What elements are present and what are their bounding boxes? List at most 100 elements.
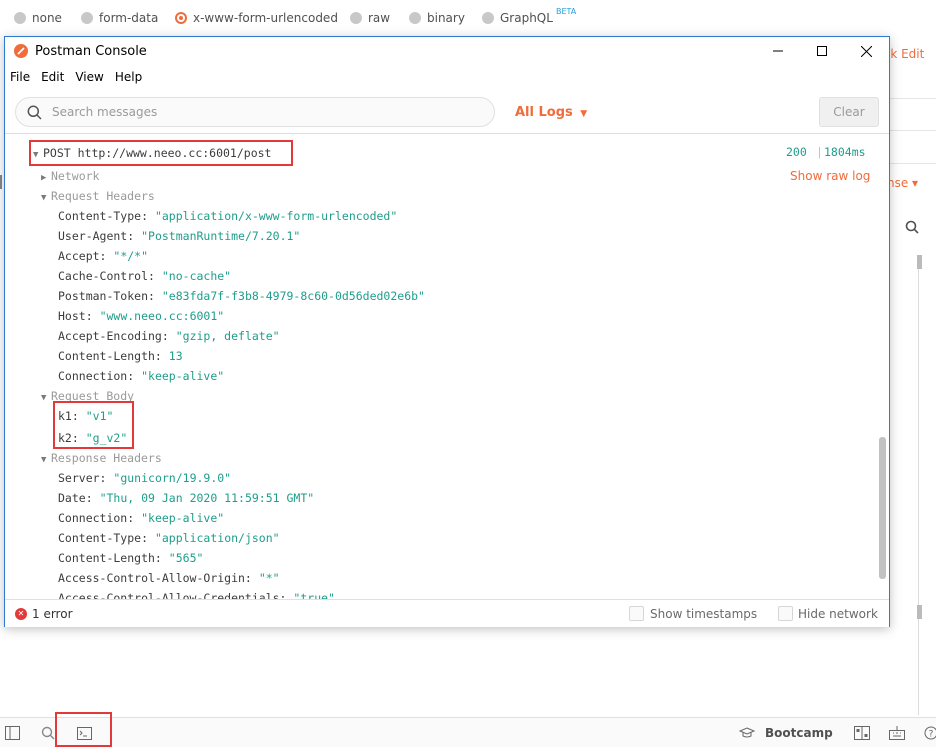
logs-filter-label: All Logs — [515, 105, 573, 120]
header-key: Connection: — [58, 369, 135, 383]
header-value: "application/json" — [154, 531, 280, 545]
header-key: Connection: — [58, 511, 135, 525]
show-timestamps-label[interactable]: Show timestamps — [650, 607, 757, 621]
radio-binary[interactable]: binary — [409, 11, 465, 25]
radio-label: x-www-form-urlencoded — [193, 11, 338, 25]
header-value: "true" — [293, 591, 335, 599]
menu-bar: File Edit View Help — [5, 67, 148, 89]
header-key: Accept: — [58, 249, 107, 263]
radio-none[interactable]: none — [14, 11, 62, 25]
header-row: Accept-Encoding: "gzip, deflate" — [58, 326, 280, 346]
beta-badge: BETA — [555, 6, 577, 16]
menu-help[interactable]: Help — [110, 67, 147, 89]
error-count[interactable]: 1 error — [32, 607, 73, 621]
body-value: "v1" — [85, 409, 114, 423]
header-key: Access-Control-Allow-Credentials: — [58, 591, 287, 599]
header-row: Connection: "keep-alive" — [58, 508, 224, 528]
search-messages-input[interactable] — [52, 103, 472, 121]
close-button[interactable] — [844, 37, 888, 65]
caret-down-icon: ▼ — [33, 150, 39, 160]
section-network[interactable]: ▶ Network — [41, 166, 99, 186]
header-row: Accept: "*/*" — [58, 246, 148, 266]
bootcamp-icon[interactable] — [738, 727, 756, 742]
postman-console-window: Postman Console File Edit View Help All … — [4, 36, 890, 627]
header-value: 13 — [168, 349, 183, 363]
header-key: Accept-Encoding: — [58, 329, 169, 343]
svg-text:?: ? — [929, 730, 934, 740]
header-row: Postman-Token: "e83fda7f-f3b8-4979-8c60-… — [58, 286, 425, 306]
search-icon — [27, 105, 42, 123]
log-scrollbar-thumb[interactable] — [879, 437, 886, 579]
menu-file[interactable]: File — [5, 67, 35, 89]
divider — [888, 98, 936, 99]
clear-button[interactable]: Clear — [819, 97, 879, 127]
console-highlight-box — [55, 712, 112, 747]
radio-label: form-data — [99, 11, 159, 25]
body-row: k1: "v1" — [58, 406, 113, 426]
scroll-marker — [917, 255, 922, 269]
minimize-icon — [773, 50, 783, 52]
show-timestamps-checkbox[interactable] — [629, 606, 644, 621]
header-row: Content-Type: "application/x-www-form-ur… — [58, 206, 397, 226]
header-row: Date: "Thu, 09 Jan 2020 11:59:51 GMT" — [58, 488, 314, 508]
close-icon — [860, 45, 872, 57]
scroll-marker — [917, 605, 922, 619]
radio-circle-icon — [14, 12, 26, 24]
header-row: Content-Type: "application/json" — [58, 528, 280, 548]
help-icon[interactable]: ? — [924, 726, 936, 743]
header-value: "565" — [168, 551, 204, 565]
title-bar[interactable]: Postman Console — [5, 37, 889, 65]
radio-raw[interactable]: raw — [350, 11, 390, 25]
request-entry[interactable]: ▼ POST http://www.neeo.cc:6001/post — [33, 143, 271, 163]
section-request-headers[interactable]: ▼ Request Headers — [41, 186, 155, 206]
header-row: Access-Control-Allow-Origin: "*" — [58, 568, 280, 588]
hide-network-checkbox[interactable] — [778, 606, 793, 621]
header-row: Content-Length: "565" — [58, 548, 203, 568]
caret-down-icon: ▼ — [41, 455, 47, 465]
header-value: "gunicorn/19.9.0" — [113, 471, 232, 485]
header-row: Content-Length: 13 — [58, 346, 183, 366]
radio-form-data[interactable]: form-data — [81, 11, 158, 25]
radio-label: binary — [427, 11, 465, 25]
error-icon: ✕ — [15, 608, 27, 620]
hide-network-label[interactable]: Hide network — [798, 607, 878, 621]
scrollbar[interactable] — [918, 255, 919, 715]
response-dropdown[interactable]: nse ▾ — [887, 176, 918, 190]
header-row: Host: "www.neeo.cc:6001" — [58, 306, 224, 326]
logs-filter-dropdown[interactable]: All Logs ▼ — [515, 105, 587, 120]
minimize-button[interactable] — [756, 37, 800, 65]
header-key: Content-Type: — [58, 209, 149, 223]
section-label: Network — [51, 169, 100, 183]
sidebar-toggle-icon[interactable] — [5, 726, 20, 743]
header-value: "keep-alive" — [141, 369, 225, 383]
radio-label: raw — [368, 11, 391, 25]
postman-logo-icon — [14, 44, 28, 58]
find-icon[interactable] — [41, 726, 55, 743]
maximize-button[interactable] — [800, 37, 844, 65]
search-box[interactable] — [15, 97, 495, 127]
header-value: "gzip, deflate" — [175, 329, 280, 343]
header-value: "e83fda7f-f3b8-4979-8c60-0d56ded02e6b" — [161, 289, 425, 303]
menu-edit[interactable]: Edit — [36, 67, 69, 89]
radio-label: none — [32, 11, 62, 25]
header-value: "*" — [258, 571, 280, 585]
header-value: "Thu, 09 Jan 2020 11:59:51 GMT" — [99, 491, 315, 505]
radio-graphql[interactable]: GraphQL BETA — [482, 7, 576, 25]
section-response-headers[interactable]: ▼ Response Headers — [41, 448, 162, 468]
radio-circle-icon — [81, 12, 93, 24]
search-icon[interactable] — [905, 220, 919, 237]
show-raw-log-link[interactable]: Show raw log — [790, 166, 870, 186]
bulk-edit-link[interactable]: lk Edit — [887, 47, 924, 61]
header-key: Postman-Token: — [58, 289, 155, 303]
chevron-down-icon: ▼ — [580, 109, 588, 119]
request-line: POST http://www.neeo.cc:6001/post — [43, 146, 272, 160]
radio-x-www-form-urlencoded[interactable]: x-www-form-urlencoded — [175, 11, 338, 25]
window-title: Postman Console — [35, 44, 147, 59]
header-key: User-Agent: — [58, 229, 135, 243]
header-row: Connection: "keep-alive" — [58, 366, 224, 386]
bootcamp-button[interactable]: Bootcamp — [765, 726, 833, 740]
body-key: k1: — [58, 409, 79, 423]
keyboard-shortcuts-icon[interactable] — [889, 726, 905, 743]
two-pane-icon[interactable] — [854, 726, 870, 743]
menu-view[interactable]: View — [70, 67, 108, 89]
